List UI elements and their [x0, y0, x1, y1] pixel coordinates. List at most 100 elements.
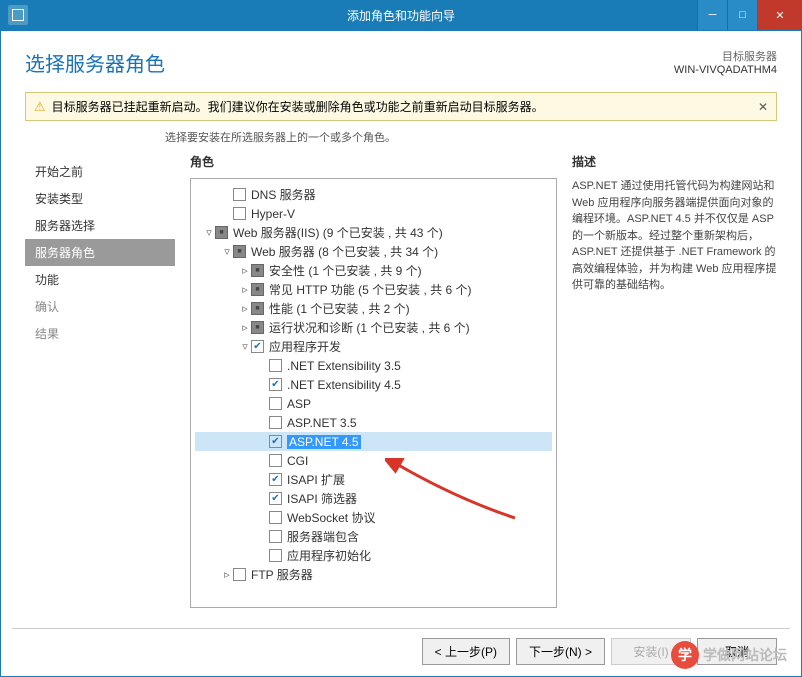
sidebar-item-2[interactable]: 服务器选择 [25, 212, 175, 239]
close-button[interactable]: ✕ [757, 0, 802, 30]
tree-node-label: ASP.NET 4.5 [287, 435, 361, 449]
window-controls: ─ □ ✕ [697, 0, 802, 30]
tree-node-1[interactable]: Hyper-V [195, 204, 552, 223]
checkbox[interactable] [251, 264, 264, 277]
watermark: 学 学做网站论坛 [671, 641, 787, 669]
tree-node-label: 性能 (1 个已安装 , 共 2 个) [269, 300, 410, 317]
tree-node-label: ASP [287, 397, 311, 411]
sidebar-item-1[interactable]: 安装类型 [25, 185, 175, 212]
checkbox[interactable] [269, 416, 282, 429]
sidebar-item-4[interactable]: 功能 [25, 266, 175, 293]
target-server-info: 目标服务器 WIN-VIVQADATHM4 [674, 48, 777, 76]
previous-button[interactable]: < 上一步(P) [422, 638, 510, 665]
checkbox[interactable] [251, 302, 264, 315]
tree-node-label: ASP.NET 3.5 [287, 416, 357, 430]
warning-close-icon[interactable]: ✕ [758, 100, 768, 114]
header: 选择服务器角色 目标服务器 WIN-VIVQADATHM4 [0, 30, 802, 87]
checkbox[interactable] [269, 511, 282, 524]
tree-node-6[interactable]: ▹ 性能 (1 个已安装 , 共 2 个) [195, 299, 552, 318]
tree-node-label: Web 服务器(IIS) (9 个已安装 , 共 43 个) [233, 224, 443, 241]
tree-node-12[interactable]: ASP.NET 3.5 [195, 413, 552, 432]
tree-node-10[interactable]: .NET Extensibility 4.5 [195, 375, 552, 394]
tree-node-13[interactable]: ASP.NET 4.5 [195, 432, 552, 451]
checkbox[interactable] [215, 226, 228, 239]
description-column: 描述 ASP.NET 通过使用托管代码为构建网站和 Web 应用程序向服务器端提… [572, 153, 777, 633]
expander-icon[interactable]: ▹ [239, 321, 251, 334]
tree-node-label: 常见 HTTP 功能 (5 个已安装 , 共 6 个) [269, 281, 471, 298]
tree-node-8[interactable]: ▿ 应用程序开发 [195, 337, 552, 356]
tree-node-2[interactable]: ▿ Web 服务器(IIS) (9 个已安装 , 共 43 个) [195, 223, 552, 242]
tree-node-17[interactable]: WebSocket 协议 [195, 508, 552, 527]
expander-icon[interactable]: ▹ [239, 264, 251, 277]
checkbox[interactable] [251, 283, 264, 296]
tree-node-4[interactable]: ▹ 安全性 (1 个已安装 , 共 9 个) [195, 261, 552, 280]
tree-node-3[interactable]: ▿Web 服务器 (8 个已安装 , 共 34 个) [195, 242, 552, 261]
checkbox[interactable] [269, 549, 282, 562]
tree-node-label: DNS 服务器 [251, 186, 316, 203]
tree-node-label: 服务器端包含 [287, 528, 359, 545]
checkbox[interactable] [233, 568, 246, 581]
checkbox[interactable] [269, 397, 282, 410]
tree-node-label: FTP 服务器 [251, 566, 313, 583]
expander-icon[interactable]: ▿ [221, 245, 233, 258]
tree-node-label: .NET Extensibility 3.5 [287, 359, 401, 373]
page-title: 选择服务器角色 [25, 48, 165, 77]
tree-node-label: Hyper-V [251, 207, 295, 221]
tree-node-16[interactable]: ISAPI 筛选器 [195, 489, 552, 508]
description-text: ASP.NET 通过使用托管代码为构建网站和 Web 应用程序向服务器端提供面向… [572, 178, 777, 294]
checkbox[interactable] [233, 207, 246, 220]
tree-node-label: 应用程序开发 [269, 338, 341, 355]
checkbox[interactable] [269, 435, 282, 448]
checkbox[interactable] [269, 378, 282, 391]
tree-node-20[interactable]: ▹ FTP 服务器 [195, 565, 552, 584]
checkbox[interactable] [269, 454, 282, 467]
description-title: 描述 [572, 153, 777, 170]
titlebar: 添加角色和功能向导 ─ □ ✕ [0, 0, 802, 30]
roles-title: 角色 [190, 153, 557, 170]
sidebar-item-3[interactable]: 服务器角色 [25, 239, 175, 266]
app-icon [8, 5, 28, 25]
tree-node-5[interactable]: ▹ 常见 HTTP 功能 (5 个已安装 , 共 6 个) [195, 280, 552, 299]
expander-icon[interactable]: ▹ [221, 568, 233, 581]
subtitle: 选择要安装在所选服务器上的一个或多个角色。 [165, 129, 802, 145]
tree-node-18[interactable]: 服务器端包含 [195, 527, 552, 546]
roles-tree[interactable]: DNS 服务器Hyper-V▿Web 服务器(IIS) (9 个已安装 , 共 … [190, 178, 557, 608]
tree-node-19[interactable]: 应用程序初始化 [195, 546, 552, 565]
tree-node-label: 安全性 (1 个已安装 , 共 9 个) [269, 262, 422, 279]
tree-node-label: CGI [287, 454, 308, 468]
maximize-button[interactable]: □ [727, 0, 757, 30]
tree-node-label: .NET Extensibility 4.5 [287, 378, 401, 392]
checkbox[interactable] [233, 245, 246, 258]
tree-node-14[interactable]: CGI [195, 451, 552, 470]
tree-node-11[interactable]: ASP [195, 394, 552, 413]
target-name: WIN-VIVQADATHM4 [674, 64, 777, 76]
tree-node-0[interactable]: DNS 服务器 [195, 185, 552, 204]
sidebar-item-6: 结果 [25, 320, 175, 347]
tree-node-label: ISAPI 筛选器 [287, 490, 357, 507]
tree-node-label: 运行状况和诊断 (1 个已安装 , 共 6 个) [269, 319, 470, 336]
wizard-sidebar: 开始之前安装类型服务器选择服务器角色功能确认结果 [25, 153, 175, 633]
checkbox[interactable] [269, 359, 282, 372]
expander-icon[interactable]: ▿ [203, 226, 215, 239]
sidebar-item-5: 确认 [25, 293, 175, 320]
expander-icon[interactable]: ▹ [239, 283, 251, 296]
checkbox[interactable] [269, 473, 282, 486]
expander-icon[interactable]: ▹ [239, 302, 251, 315]
window-title: 添加角色和功能向导 [347, 7, 455, 24]
tree-node-label: WebSocket 协议 [287, 509, 375, 526]
checkbox[interactable] [233, 188, 246, 201]
checkbox[interactable] [269, 492, 282, 505]
checkbox[interactable] [251, 321, 264, 334]
warning-bar: ⚠ 目标服务器已挂起重新启动。我们建议你在安装或删除角色或功能之前重新启动目标服… [25, 92, 777, 121]
sidebar-item-0[interactable]: 开始之前 [25, 158, 175, 185]
tree-node-7[interactable]: ▹ 运行状况和诊断 (1 个已安装 , 共 6 个) [195, 318, 552, 337]
minimize-button[interactable]: ─ [697, 0, 727, 30]
next-button[interactable]: 下一步(N) > [516, 638, 605, 665]
expander-icon[interactable]: ▿ [239, 340, 251, 353]
tree-node-15[interactable]: ISAPI 扩展 [195, 470, 552, 489]
warning-text: 目标服务器已挂起重新启动。我们建议你在安装或删除角色或功能之前重新启动目标服务器… [52, 98, 544, 115]
checkbox[interactable] [251, 340, 264, 353]
checkbox[interactable] [269, 530, 282, 543]
tree-node-9[interactable]: .NET Extensibility 3.5 [195, 356, 552, 375]
watermark-icon: 学 [671, 641, 699, 669]
